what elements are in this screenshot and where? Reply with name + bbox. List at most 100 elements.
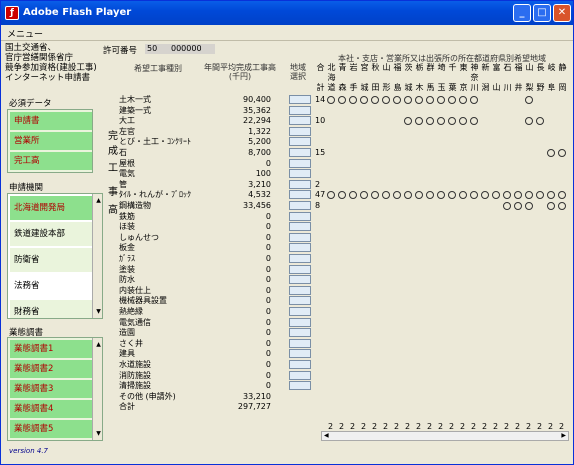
region-select-button[interactable] xyxy=(289,254,311,263)
region-select-button[interactable] xyxy=(289,243,311,253)
agency-item[interactable]: 鉄道建設本部 xyxy=(10,222,92,246)
business-scrollbar[interactable]: ▲ ▼ xyxy=(92,338,102,440)
work-amount[interactable]: 0 xyxy=(201,159,271,169)
work-amount[interactable]: 0 xyxy=(201,254,271,264)
region-select-button[interactable] xyxy=(289,222,311,232)
work-amount[interactable]: 0 xyxy=(201,265,271,275)
work-amount[interactable]: 297,727 xyxy=(201,402,271,412)
region-selected-circle[interactable] xyxy=(558,149,566,157)
region-select-button[interactable] xyxy=(289,360,311,369)
region-select-button[interactable] xyxy=(289,190,311,200)
work-amount[interactable]: 0 xyxy=(201,233,271,243)
region-select-button[interactable] xyxy=(289,370,311,380)
region-select-button[interactable] xyxy=(289,105,311,115)
region-selected-circle[interactable] xyxy=(459,96,467,104)
region-selected-circle[interactable] xyxy=(382,96,390,104)
region-select-button[interactable] xyxy=(289,126,311,136)
region-selected-circle[interactable] xyxy=(448,96,456,104)
agency-scrollbar[interactable]: ▲ ▼ xyxy=(92,194,102,318)
region-selected-circle[interactable] xyxy=(426,96,434,104)
region-select-button[interactable] xyxy=(289,285,311,295)
agency-item[interactable]: 財務省 xyxy=(10,300,92,318)
agency-item[interactable]: 法務省 xyxy=(10,274,92,298)
region-select-button[interactable] xyxy=(289,264,311,274)
region-selected-circle[interactable] xyxy=(470,96,478,104)
region-selected-circle[interactable] xyxy=(514,202,522,210)
region-selected-circle[interactable] xyxy=(525,202,533,210)
work-amount[interactable]: 0 xyxy=(201,307,271,317)
work-amount[interactable]: 0 xyxy=(201,318,271,328)
region-selected-circle[interactable] xyxy=(503,202,511,210)
region-select-button[interactable] xyxy=(289,381,311,391)
work-amount[interactable]: 8,700 xyxy=(201,148,271,158)
work-amount[interactable]: 33,456 xyxy=(201,201,271,211)
work-amount[interactable]: 0 xyxy=(201,371,271,381)
work-amount[interactable]: 4,532 xyxy=(201,190,271,200)
work-amount[interactable]: 0 xyxy=(201,212,271,222)
work-amount[interactable]: 90,400 xyxy=(201,95,271,105)
region-select-button[interactable] xyxy=(289,137,311,147)
work-amount[interactable]: 0 xyxy=(201,222,271,232)
work-amount[interactable]: 0 xyxy=(201,328,271,338)
work-amount[interactable]: 0 xyxy=(201,381,271,391)
scroll-left-icon[interactable]: ◀ xyxy=(324,432,329,439)
business-report-5-button[interactable]: 業態調書5 xyxy=(10,420,92,438)
work-amount[interactable]: 0 xyxy=(201,243,271,253)
work-amount[interactable]: 5,200 xyxy=(201,137,271,147)
region-select-button[interactable] xyxy=(289,169,311,179)
minimize-button[interactable]: _ xyxy=(513,4,531,22)
region-selected-circle[interactable] xyxy=(547,202,555,210)
agency-item[interactable]: 北海道開発局 xyxy=(10,196,92,220)
business-report-4-button[interactable]: 業態調書4 xyxy=(10,400,92,418)
work-amount[interactable]: 0 xyxy=(201,286,271,296)
region-selected-circle[interactable] xyxy=(558,202,566,210)
region-select-button[interactable] xyxy=(289,338,311,348)
permit-number-field-1[interactable]: 50 xyxy=(145,44,169,54)
region-selected-circle[interactable] xyxy=(338,96,346,104)
application-form-button[interactable]: 申請書 xyxy=(10,112,92,130)
scroll-up-icon[interactable]: ▲ xyxy=(94,196,102,205)
region-selected-circle[interactable] xyxy=(404,96,412,104)
region-select-button[interactable] xyxy=(289,296,311,306)
region-selected-circle[interactable] xyxy=(371,96,379,104)
work-amount[interactable]: 0 xyxy=(201,275,271,285)
work-amount[interactable]: 0 xyxy=(201,296,271,306)
region-selected-circle[interactable] xyxy=(393,96,401,104)
region-selected-circle[interactable] xyxy=(415,96,423,104)
region-select-button[interactable] xyxy=(289,179,311,189)
region-selected-circle[interactable] xyxy=(525,96,533,104)
region-select-button[interactable] xyxy=(289,95,311,104)
work-amount[interactable]: 35,362 xyxy=(201,106,271,116)
business-report-1-button[interactable]: 業態調書1 xyxy=(10,340,92,358)
region-select-button[interactable] xyxy=(289,349,311,359)
region-select-button[interactable] xyxy=(289,201,311,210)
work-amount[interactable]: 1,322 xyxy=(201,127,271,137)
region-select-button[interactable] xyxy=(289,275,311,285)
scroll-down-icon[interactable]: ▼ xyxy=(94,307,102,316)
region-select-button[interactable] xyxy=(289,148,311,157)
work-amount[interactable]: 0 xyxy=(201,339,271,349)
close-button[interactable]: ✕ xyxy=(553,4,571,22)
region-select-button[interactable] xyxy=(289,307,311,316)
business-report-2-button[interactable]: 業態調書2 xyxy=(10,360,92,378)
work-amount[interactable]: 0 xyxy=(201,360,271,370)
region-select-button[interactable] xyxy=(289,328,311,338)
region-selected-circle[interactable] xyxy=(327,96,335,104)
business-report-3-button[interactable]: 業態調書3 xyxy=(10,380,92,398)
region-select-button[interactable] xyxy=(289,211,311,221)
region-select-button[interactable] xyxy=(289,317,311,327)
permit-number-field-2[interactable]: 000000 xyxy=(169,44,215,54)
work-amount[interactable]: 3,210 xyxy=(201,180,271,190)
region-horizontal-scrollbar[interactable]: ◀ ▶ xyxy=(321,431,569,441)
work-amount[interactable]: 22,294 xyxy=(201,116,271,126)
agency-item[interactable]: 防衛省 xyxy=(10,248,92,272)
menu-item-menu[interactable]: メニュー xyxy=(7,27,43,40)
scroll-down-icon[interactable]: ▼ xyxy=(94,429,102,438)
region-selected-circle[interactable] xyxy=(349,96,357,104)
scroll-up-icon[interactable]: ▲ xyxy=(94,340,102,349)
scroll-right-icon[interactable]: ▶ xyxy=(561,432,566,439)
work-amount[interactable]: 33,210 xyxy=(201,392,271,402)
region-selected-circle[interactable] xyxy=(437,96,445,104)
region-selected-circle[interactable] xyxy=(547,149,555,157)
region-select-button[interactable] xyxy=(289,232,311,242)
